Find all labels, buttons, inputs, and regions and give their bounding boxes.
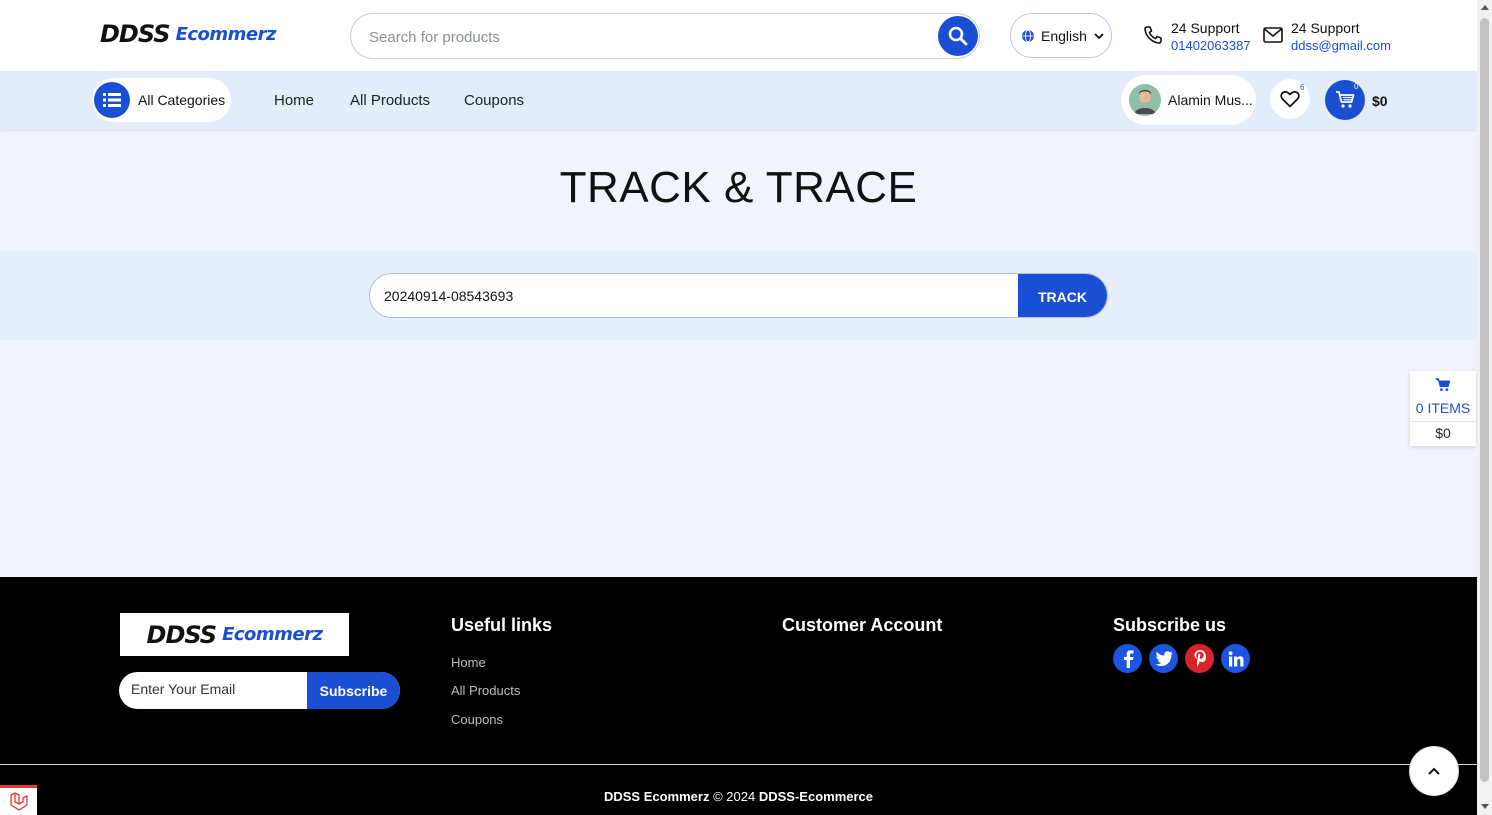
all-categories-label: All Categories	[138, 92, 226, 108]
footer-divider	[0, 764, 1477, 765]
copyright-year: © 2024	[713, 789, 756, 804]
cart-count-badge: 0	[1354, 82, 1359, 91]
globe-icon	[1022, 29, 1034, 42]
cart-icon	[1336, 91, 1355, 108]
cart-total: $0	[1372, 93, 1388, 109]
debugbar-toggle[interactable]	[0, 785, 37, 815]
user-name: Alamin Mus...	[1168, 92, 1253, 108]
track-button[interactable]: TRACK	[1018, 274, 1107, 317]
chevron-up-icon	[1428, 767, 1440, 775]
footer-link-all-products[interactable]: All Products	[451, 683, 520, 698]
footer-link-coupons[interactable]: Coupons	[451, 712, 503, 727]
search-icon	[948, 26, 968, 46]
pinterest-icon[interactable]	[1185, 644, 1214, 673]
nav-link-home[interactable]: Home	[274, 92, 314, 109]
tracking-code-input[interactable]	[384, 286, 1004, 306]
email-support-address[interactable]: ddss@gmail.com	[1291, 37, 1391, 55]
phone-support-label: 24 Support	[1171, 20, 1240, 36]
page-scrollbar[interactable]	[1477, 0, 1492, 815]
laravel-logo-icon	[9, 791, 28, 811]
track-form: TRACK	[369, 273, 1108, 318]
cart-icon	[1435, 378, 1451, 392]
search-bar	[350, 13, 980, 59]
nav-link-coupons[interactable]: Coupons	[464, 92, 524, 109]
logo-main-text: DDSS	[100, 20, 171, 48]
newsletter-email-input[interactable]	[131, 681, 301, 697]
language-selector[interactable]: English	[1010, 13, 1112, 58]
copyright-brand: DDSS Ecommerz	[603, 789, 710, 804]
twitter-icon[interactable]	[1149, 644, 1178, 673]
email-support-label: 24 Support	[1291, 20, 1360, 36]
footer-logo-sub-text: Ecommerz	[222, 624, 323, 645]
chevron-down-icon	[1094, 32, 1104, 39]
wishlist-button[interactable]: 6	[1270, 79, 1310, 119]
copyright: DDSS Ecommerz © 2024 DDSS-Ecommerce	[0, 789, 1477, 804]
scrollbar-thumb[interactable]	[1480, 18, 1489, 782]
footer-logo[interactable]: DDSS Ecommerz	[120, 613, 349, 656]
customer-account-heading: Customer Account	[782, 615, 943, 635]
heart-icon	[1280, 91, 1300, 108]
track-section: TRACK	[0, 251, 1477, 340]
avatar	[1129, 84, 1161, 116]
main-nav: All Categories Home All Products Coupons…	[0, 71, 1477, 129]
footer-logo-main-text: DDSS	[146, 620, 218, 649]
floating-cart-items: 0 ITEMS	[1415, 400, 1471, 416]
search-input[interactable]	[369, 26, 929, 48]
site-logo[interactable]: DDSS Ecommerz	[100, 20, 276, 48]
scroll-up-arrow-icon[interactable]	[1481, 5, 1489, 10]
scroll-down-arrow-icon[interactable]	[1481, 804, 1489, 809]
footer: DDSS Ecommerz Subscribe Useful links Hom…	[0, 577, 1477, 815]
top-header: DDSS Ecommerz English 24 Support 0140206…	[0, 0, 1477, 71]
logo-sub-text: Ecommerz	[175, 23, 277, 45]
linkedin-icon[interactable]	[1221, 644, 1250, 673]
copyright-site[interactable]: DDSS-Ecommerce	[759, 789, 873, 804]
phone-support-number[interactable]: 01402063387	[1171, 37, 1251, 55]
floating-cart-total: $0	[1410, 421, 1476, 441]
wishlist-count-badge: 6	[1300, 83, 1305, 92]
list-icon	[94, 82, 130, 118]
search-button[interactable]	[938, 16, 978, 56]
nav-link-all-products[interactable]: All Products	[350, 92, 430, 109]
language-label: English	[1041, 27, 1087, 44]
phone-support: 24 Support 01402063387	[1143, 19, 1251, 55]
page-title: TRACK & TRACE	[559, 163, 918, 212]
floating-cart[interactable]: 0 ITEMS $0	[1410, 371, 1476, 446]
subscribe-button[interactable]: Subscribe	[307, 672, 400, 709]
subscribe-us-heading: Subscribe us	[1113, 615, 1227, 635]
newsletter-form: Subscribe	[119, 672, 400, 709]
mail-icon	[1263, 27, 1283, 43]
cart-button[interactable]: 0	[1325, 80, 1365, 120]
scroll-to-top-button[interactable]	[1409, 746, 1459, 796]
email-support: 24 Support ddss@gmail.com	[1263, 19, 1391, 55]
user-menu[interactable]: Alamin Mus...	[1121, 75, 1256, 125]
useful-links-heading: Useful links	[451, 615, 553, 635]
phone-icon	[1144, 26, 1162, 44]
all-categories-button[interactable]: All Categories	[92, 78, 231, 122]
facebook-icon[interactable]	[1113, 644, 1142, 673]
footer-link-home[interactable]: Home	[451, 655, 486, 670]
